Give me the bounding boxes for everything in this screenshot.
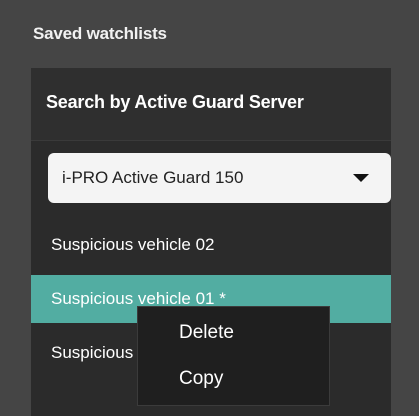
context-menu-copy[interactable]: Copy [138, 357, 329, 401]
section-title: Saved watchlists [33, 24, 167, 43]
menu-item-label: Delete [179, 322, 234, 343]
context-menu: Delete Copy [137, 306, 330, 406]
server-select[interactable]: i-PRO Active Guard 150 [48, 153, 391, 203]
panel-header: Search by Active Guard Server [31, 68, 391, 141]
menu-item-label: Copy [179, 368, 224, 389]
context-menu-delete[interactable]: Delete [138, 311, 329, 355]
server-select-value: i-PRO Active Guard 150 [62, 168, 244, 187]
list-item-label: Suspicious vehicle 02 [51, 235, 215, 254]
panel-header-label: Search by Active Guard Server [46, 92, 304, 112]
list-item[interactable]: Suspicious vehicle 02 [31, 221, 391, 269]
saved-watchlists-pane: Saved watchlists Search by Active Guard … [0, 0, 419, 416]
chevron-down-icon[interactable] [353, 174, 369, 182]
